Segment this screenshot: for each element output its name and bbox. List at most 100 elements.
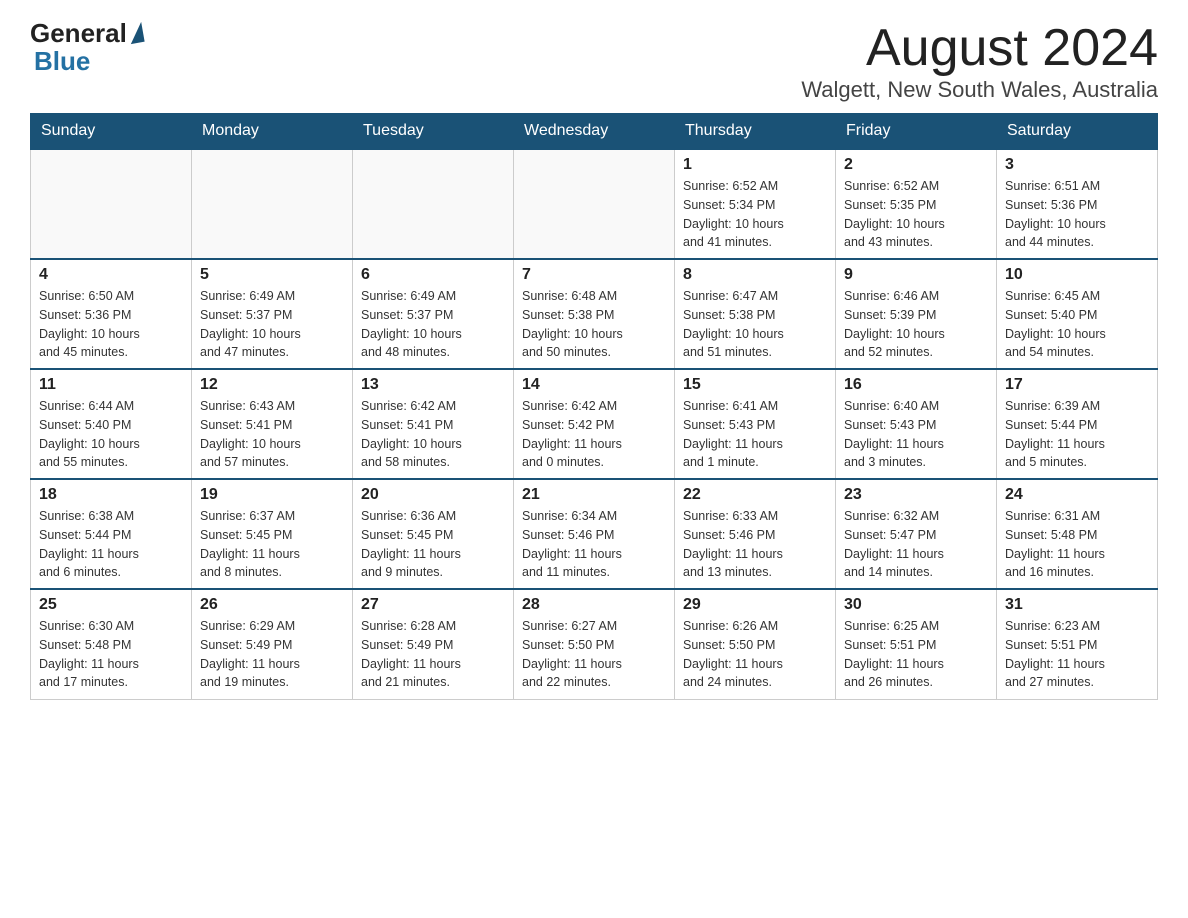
calendar-cell: 19 Sunrise: 6:37 AMSunset: 5:45 PMDayligh… [192,479,353,589]
calendar-cell: 31Sunrise: 6:23 AMSunset: 5:51 PMDayligh… [997,589,1158,699]
header-sunday: Sunday [31,114,192,150]
day-number: 25 [39,596,183,614]
day-number: 31 [1005,596,1149,614]
day-info: Sunrise: 6:46 AMSunset: 5:39 PMDaylight:… [844,287,988,362]
day-info: Sunrise: 6:31 AMSunset: 5:48 PMDaylight:… [1005,507,1149,582]
day-info: Sunrise: 6:36 AMSunset: 5:45 PMDaylight:… [361,507,505,582]
day-info: Sunrise: 6:52 AMSunset: 5:35 PMDaylight:… [844,177,988,252]
calendar-cell: 23 Sunrise: 6:32 AMSunset: 5:47 PMDayligh… [836,479,997,589]
logo-top: General [30,20,143,46]
calendar-cell: 30Sunrise: 6:25 AMSunset: 5:51 PMDayligh… [836,589,997,699]
day-info: Sunrise: 6:34 AMSunset: 5:46 PMDaylight:… [522,507,666,582]
day-number: 5 [200,266,344,284]
calendar-cell: 18Sunrise: 6:38 AMSunset: 5:44 PMDayligh… [31,479,192,589]
day-info: Sunrise: 6:41 AMSunset: 5:43 PMDaylight:… [683,397,827,472]
logo-general-text: General [30,20,127,46]
calendar-cell: 4 Sunrise: 6:50 AMSunset: 5:36 PMDaylight… [31,259,192,369]
calendar-cell: 13Sunrise: 6:42 AMSunset: 5:41 PMDayligh… [353,369,514,479]
day-number: 21 [522,486,666,504]
calendar-table: Sunday Monday Tuesday Wednesday Thursday… [30,113,1158,700]
logo-blue-text: Blue [34,46,90,77]
day-info: Sunrise: 6:40 AMSunset: 5:43 PMDaylight:… [844,397,988,472]
week-row-2: 4 Sunrise: 6:50 AMSunset: 5:36 PMDaylight… [31,259,1158,369]
calendar-cell: 17Sunrise: 6:39 AMSunset: 5:44 PMDayligh… [997,369,1158,479]
week-row-5: 25 Sunrise: 6:30 AMSunset: 5:48 PMDayligh… [31,589,1158,699]
calendar-cell: 25 Sunrise: 6:30 AMSunset: 5:48 PMDayligh… [31,589,192,699]
day-number: 20 [361,486,505,504]
day-number: 16 [844,376,988,394]
calendar-cell: 10Sunrise: 6:45 AMSunset: 5:40 PMDayligh… [997,259,1158,369]
day-info: Sunrise: 6:44 AMSunset: 5:40 PMDaylight:… [39,397,183,472]
day-info: Sunrise: 6:48 AMSunset: 5:38 PMDaylight:… [522,287,666,362]
calendar-cell: 16 Sunrise: 6:40 AMSunset: 5:43 PMDayligh… [836,369,997,479]
week-row-3: 11 Sunrise: 6:44 AMSunset: 5:40 PMDayligh… [31,369,1158,479]
calendar-cell: 22 Sunrise: 6:33 AMSunset: 5:46 PMDayligh… [675,479,836,589]
day-info: Sunrise: 6:42 AMSunset: 5:42 PMDaylight:… [522,397,666,472]
calendar-cell: 3Sunrise: 6:51 AMSunset: 5:36 PMDaylight… [997,149,1158,259]
calendar-cell: 1 Sunrise: 6:52 AMSunset: 5:34 PMDaylight… [675,149,836,259]
calendar-cell: 5 Sunrise: 6:49 AMSunset: 5:37 PMDaylight… [192,259,353,369]
day-number: 28 [522,596,666,614]
day-number: 4 [39,266,183,284]
day-info: Sunrise: 6:39 AMSunset: 5:44 PMDaylight:… [1005,397,1149,472]
day-number: 19 [200,486,344,504]
week-row-4: 18Sunrise: 6:38 AMSunset: 5:44 PMDayligh… [31,479,1158,589]
day-info: Sunrise: 6:43 AMSunset: 5:41 PMDaylight:… [200,397,344,472]
day-info: Sunrise: 6:52 AMSunset: 5:34 PMDaylight:… [683,177,827,252]
day-number: 2 [844,156,988,174]
calendar-cell: 12 Sunrise: 6:43 AMSunset: 5:41 PMDayligh… [192,369,353,479]
day-info: Sunrise: 6:47 AMSunset: 5:38 PMDaylight:… [683,287,827,362]
day-number: 23 [844,486,988,504]
day-info: Sunrise: 6:32 AMSunset: 5:47 PMDaylight:… [844,507,988,582]
day-info: Sunrise: 6:33 AMSunset: 5:46 PMDaylight:… [683,507,827,582]
day-number: 22 [683,486,827,504]
header-wednesday: Wednesday [514,114,675,150]
day-number: 29 [683,596,827,614]
calendar-cell: 24Sunrise: 6:31 AMSunset: 5:48 PMDayligh… [997,479,1158,589]
calendar-cell: 9 Sunrise: 6:46 AMSunset: 5:39 PMDaylight… [836,259,997,369]
calendar-cell [514,149,675,259]
day-number: 8 [683,266,827,284]
calendar-cell: 6Sunrise: 6:49 AMSunset: 5:37 PMDaylight… [353,259,514,369]
day-number: 30 [844,596,988,614]
day-info: Sunrise: 6:26 AMSunset: 5:50 PMDaylight:… [683,617,827,692]
day-info: Sunrise: 6:42 AMSunset: 5:41 PMDaylight:… [361,397,505,472]
calendar-cell: 15Sunrise: 6:41 AMSunset: 5:43 PMDayligh… [675,369,836,479]
header-thursday: Thursday [675,114,836,150]
day-info: Sunrise: 6:30 AMSunset: 5:48 PMDaylight:… [39,617,183,692]
calendar-header-row: Sunday Monday Tuesday Wednesday Thursday… [31,114,1158,150]
calendar-cell: 26 Sunrise: 6:29 AMSunset: 5:49 PMDayligh… [192,589,353,699]
calendar-cell: 8 Sunrise: 6:47 AMSunset: 5:38 PMDaylight… [675,259,836,369]
day-number: 1 [683,156,827,174]
day-number: 26 [200,596,344,614]
day-number: 27 [361,596,505,614]
calendar-cell: 11 Sunrise: 6:44 AMSunset: 5:40 PMDayligh… [31,369,192,479]
calendar-cell: 27 Sunrise: 6:28 AMSunset: 5:49 PMDayligh… [353,589,514,699]
day-number: 10 [1005,266,1149,284]
page-header: General Blue August 2024 Walgett, New So… [30,20,1158,103]
day-number: 7 [522,266,666,284]
day-info: Sunrise: 6:27 AMSunset: 5:50 PMDaylight:… [522,617,666,692]
calendar-cell [31,149,192,259]
day-number: 3 [1005,156,1149,174]
day-info: Sunrise: 6:28 AMSunset: 5:49 PMDaylight:… [361,617,505,692]
day-number: 12 [200,376,344,394]
day-number: 6 [361,266,505,284]
logo-arrow-icon [127,22,144,44]
day-info: Sunrise: 6:49 AMSunset: 5:37 PMDaylight:… [200,287,344,362]
calendar-cell: 2 Sunrise: 6:52 AMSunset: 5:35 PMDaylight… [836,149,997,259]
week-row-1: 1 Sunrise: 6:52 AMSunset: 5:34 PMDaylight… [31,149,1158,259]
day-info: Sunrise: 6:37 AMSunset: 5:45 PMDaylight:… [200,507,344,582]
calendar-cell [353,149,514,259]
calendar-cell: 14 Sunrise: 6:42 AMSunset: 5:42 PMDayligh… [514,369,675,479]
page-title: August 2024 [801,20,1158,77]
day-info: Sunrise: 6:29 AMSunset: 5:49 PMDaylight:… [200,617,344,692]
logo: General Blue [30,20,143,77]
day-number: 11 [39,376,183,394]
calendar-cell [192,149,353,259]
calendar-cell: 29 Sunrise: 6:26 AMSunset: 5:50 PMDayligh… [675,589,836,699]
day-number: 14 [522,376,666,394]
calendar-cell: 28 Sunrise: 6:27 AMSunset: 5:50 PMDayligh… [514,589,675,699]
day-number: 9 [844,266,988,284]
day-info: Sunrise: 6:50 AMSunset: 5:36 PMDaylight:… [39,287,183,362]
